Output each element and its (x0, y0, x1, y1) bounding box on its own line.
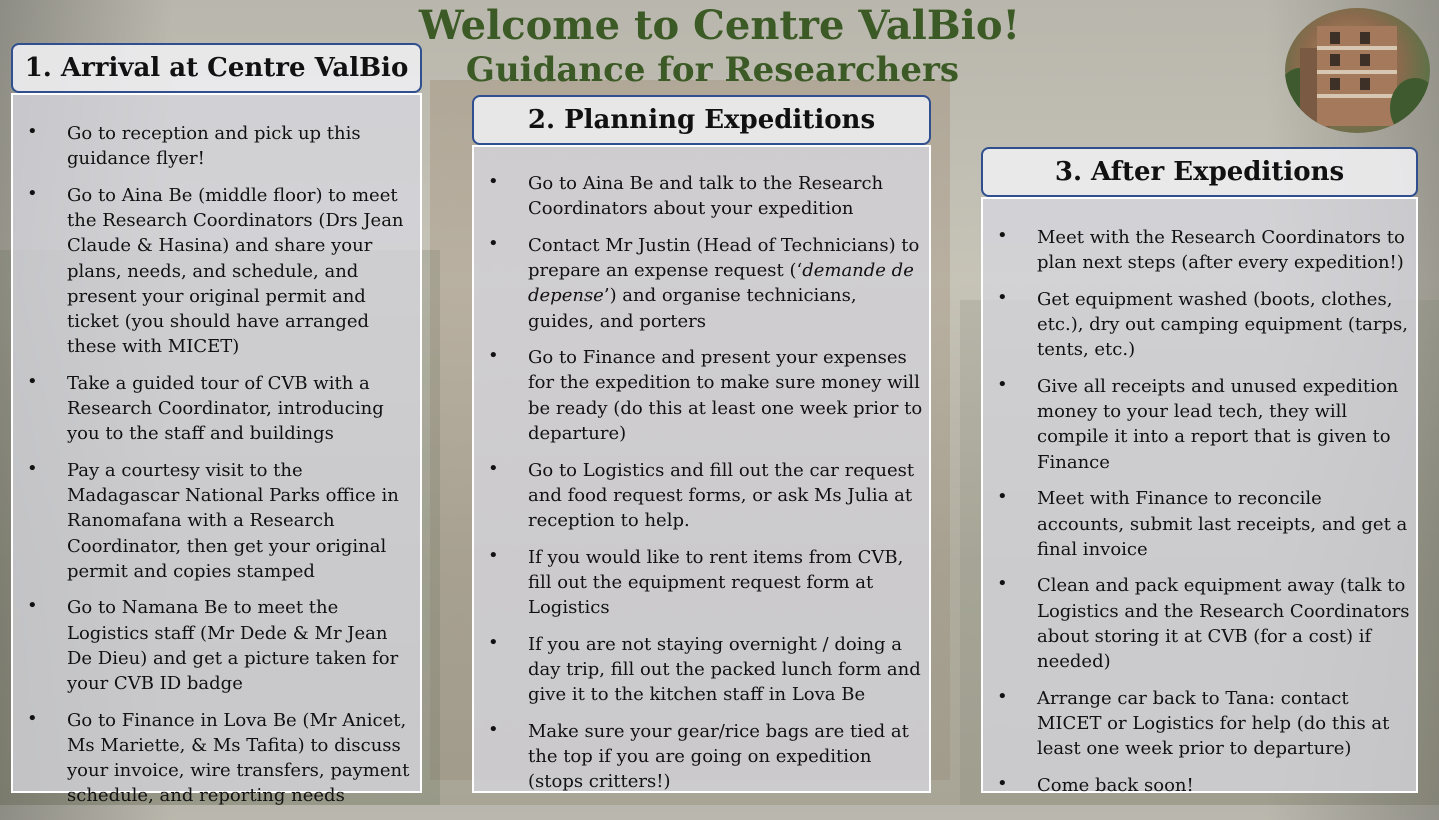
list-item-text: Come back soon! (1037, 774, 1194, 796)
list-item-text: Meet with the Research Coordinators to p… (1037, 227, 1405, 274)
list-item: • Go to Namana Be to meet the Logistics s… (13, 595, 420, 696)
bullet-icon: • (997, 685, 1008, 707)
list-item-text: Make sure your gear/rice bags are tied a… (528, 720, 909, 793)
list-item: • Pay a courtesy visit to the Madagascar … (13, 458, 420, 584)
list-item-text: Go to reception and pick up this guidanc… (67, 123, 361, 170)
bullet-icon: • (997, 772, 1008, 794)
section-after-list: • Meet with the Research Coordinators to … (983, 225, 1416, 810)
list-item: • If you would like to rent items from CV… (474, 545, 929, 621)
section-arrival-heading: 1. Arrival at Centre ValBio (11, 43, 422, 93)
list-item-text: Go to Namana Be to meet the Logistics st… (67, 597, 399, 695)
bullet-icon: • (997, 374, 1008, 396)
section-arrival-panel: • Go to reception and pick up this guidan… (11, 93, 422, 806)
list-item-text: Go to Finance and present your expenses … (528, 347, 923, 444)
list-item: • Meet with Finance to reconcile accounts… (983, 486, 1416, 562)
list-item: • Go to Aina Be (middle floor) to meet th… (13, 183, 420, 359)
section-planning-panel: • Go to Aina Be and talk to the Research … (472, 145, 931, 793)
list-item-text: Meet with Finance to reconcile accounts,… (1037, 488, 1408, 560)
list-item-text: Clean and pack equipment away (talk to L… (1037, 575, 1410, 673)
bullet-icon: • (997, 225, 1008, 246)
list-item: • Contact Mr Justin (Head of Technicians)… (474, 233, 929, 334)
bullet-icon: • (997, 286, 1008, 308)
list-item: • Arrange car back to Tana: contact MICET… (983, 686, 1416, 762)
bullet-icon: • (488, 345, 499, 367)
bullet-icon: • (997, 486, 1008, 508)
list-item: • Make sure your gear/rice bags are tied … (474, 719, 929, 795)
bullet-icon: • (27, 182, 38, 204)
list-item: • Go to reception and pick up this guidan… (13, 121, 420, 171)
list-item-text: Go to Logistics and fill out the car req… (528, 459, 915, 531)
bullet-icon: • (488, 544, 499, 566)
list-item: • Get equipment washed (boots, clothes, e… (983, 287, 1416, 363)
list-item: • Go to Aina Be and talk to the Research … (474, 171, 929, 221)
list-item: • Come back soon! (983, 773, 1416, 798)
building-photo (1285, 8, 1430, 133)
bullet-icon: • (27, 595, 38, 617)
list-item-text: Get equipment washed (boots, clothes, et… (1037, 288, 1408, 361)
list-item-text: If you would like to rent items from CVB… (528, 546, 904, 619)
list-item-text: Go to Aina Be and talk to the Research C… (528, 173, 884, 220)
bullet-icon: • (27, 370, 38, 392)
bullet-icon: • (27, 707, 38, 729)
section-planning-list: • Go to Aina Be and talk to the Research … (474, 171, 929, 806)
list-item: • Go to Logistics and fill out the car re… (474, 458, 929, 534)
list-item-text: Take a guided tour of CVB with a Researc… (67, 372, 384, 445)
list-item: • Go to Finance in Lova Be (Mr Anicet, Ms… (13, 708, 420, 809)
list-item-text: Pay a courtesy visit to the Madagascar N… (67, 459, 399, 582)
bullet-icon: • (488, 171, 499, 192)
page-title: Welcome to Centre ValBio! (418, 2, 1021, 49)
section-planning-heading: 2. Planning Expeditions (472, 95, 931, 145)
list-item-text: Contact Mr Justin (Head of Technicians) … (528, 235, 919, 332)
list-item: • Go to Finance and present your expenses… (474, 345, 929, 446)
bullet-icon: • (27, 457, 38, 479)
list-item: • If you are not staying overnight / doin… (474, 632, 929, 708)
list-item: • Clean and pack equipment away (talk to … (983, 573, 1416, 674)
list-item-text: Go to Finance in Lova Be (Mr Anicet, Ms … (67, 709, 410, 807)
section-arrival-list: • Go to reception and pick up this guidan… (13, 121, 420, 820)
list-item: • Give all receipts and unused expedition… (983, 374, 1416, 475)
bullet-icon: • (488, 718, 499, 740)
bullet-icon: • (488, 232, 499, 254)
section-after-panel: • Meet with the Research Coordinators to … (981, 197, 1418, 796)
list-item: • Meet with the Research Coordinators to … (983, 225, 1416, 275)
list-item-text: If you are not staying overnight / doing… (528, 633, 921, 706)
list-item-text: Give all receipts and unused expedition … (1037, 376, 1399, 473)
list-item: • Take a guided tour of CVB with a Resear… (13, 371, 420, 447)
list-item-text: Arrange car back to Tana: contact MICET … (1037, 687, 1390, 760)
bullet-icon: • (27, 121, 38, 142)
section-after-heading: 3. After Expeditions (981, 147, 1418, 197)
bullet-icon: • (488, 631, 499, 653)
bullet-icon: • (488, 457, 499, 479)
list-item-text: Go to Aina Be (middle floor) to meet the… (67, 184, 404, 358)
bullet-icon: • (997, 573, 1008, 595)
